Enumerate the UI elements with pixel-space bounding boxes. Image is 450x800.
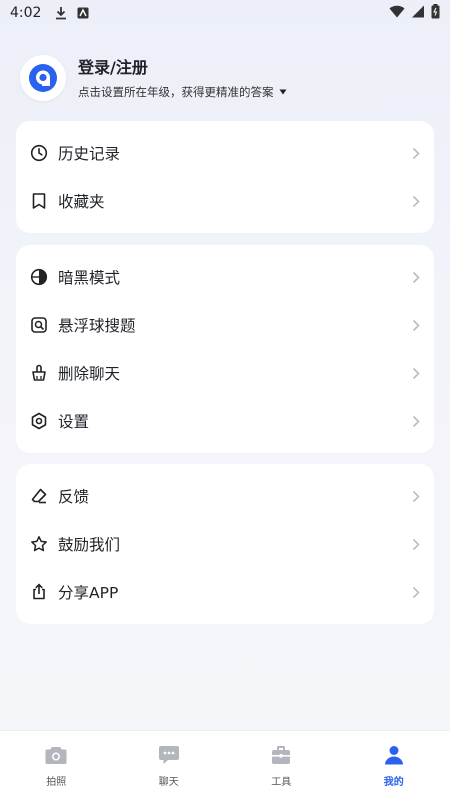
- wifi-icon: [389, 5, 405, 22]
- chevron-right-icon: [412, 367, 420, 380]
- menu-item-label: 删除聊天: [58, 365, 121, 383]
- grade-setting-prompt[interactable]: 点击设置所在年级，获得更精准的答案: [78, 84, 287, 100]
- chevron-right-icon: [412, 586, 420, 599]
- tab-mine[interactable]: 我的: [338, 731, 450, 800]
- app-logo-icon: [29, 64, 57, 92]
- caret-down-icon: [279, 89, 287, 95]
- grade-setting-text: 点击设置所在年级，获得更精准的答案: [78, 84, 274, 99]
- menu-item-settings[interactable]: 设置: [16, 397, 434, 445]
- menu-item-label: 设置: [58, 413, 90, 431]
- menu-item-label: 鼓励我们: [58, 536, 121, 554]
- app-notification-icon: [77, 7, 89, 19]
- login-register-title[interactable]: 登录/注册: [78, 57, 287, 79]
- toolbox-icon: [271, 745, 291, 769]
- chevron-right-icon: [412, 490, 420, 503]
- tab-label: 聊天: [158, 777, 179, 788]
- tab-label: 工具: [271, 777, 292, 788]
- status-time: 4:02: [10, 5, 42, 21]
- menu-item-floating-search[interactable]: 悬浮球搜题: [16, 301, 434, 349]
- avatar[interactable]: [20, 55, 66, 101]
- menu-item-encourage-us[interactable]: 鼓励我们: [16, 520, 434, 568]
- menu-item-favorites[interactable]: 收藏夹: [16, 177, 434, 225]
- menu-item-dark-mode[interactable]: 暗黑模式: [16, 253, 434, 301]
- share-icon: [30, 583, 48, 601]
- chevron-right-icon: [412, 271, 420, 284]
- battery-icon: [431, 3, 440, 23]
- menu-item-label: 暗黑模式: [58, 269, 121, 287]
- menu-item-label: 反馈: [58, 488, 90, 506]
- menu-card-settings: 暗黑模式 悬浮球搜题 删除聊天 设置: [16, 245, 434, 453]
- chevron-right-icon: [412, 538, 420, 551]
- chevron-right-icon: [412, 147, 420, 160]
- download-icon: [55, 6, 67, 20]
- tab-tools[interactable]: 工具: [225, 731, 338, 800]
- profile-header[interactable]: 登录/注册 点击设置所在年级，获得更精准的答案: [20, 54, 430, 102]
- dark-mode-icon: [30, 268, 48, 286]
- tab-label: 拍照: [46, 776, 67, 788]
- bottom-tab-bar: 拍照 聊天 工具 我的: [0, 730, 450, 800]
- menu-card-history: 历史记录 收藏夹: [16, 121, 434, 233]
- broom-icon: [30, 364, 48, 382]
- chat-icon: [158, 745, 180, 769]
- status-bar: 4:02: [0, 0, 450, 26]
- menu-item-delete-chat[interactable]: 删除聊天: [16, 349, 434, 397]
- menu-item-label: 收藏夹: [58, 193, 105, 211]
- chevron-right-icon: [412, 415, 420, 428]
- user-icon: [384, 745, 404, 769]
- gear-icon: [30, 412, 48, 430]
- menu-item-label: 历史记录: [58, 145, 121, 163]
- chevron-right-icon: [412, 195, 420, 208]
- camera-icon: [45, 746, 67, 769]
- chevron-right-icon: [412, 319, 420, 332]
- menu-card-feedback: 反馈 鼓励我们 分享APP: [16, 464, 434, 624]
- menu-item-label: 悬浮球搜题: [58, 317, 136, 335]
- menu-item-history[interactable]: 历史记录: [16, 129, 434, 177]
- menu-item-share-app[interactable]: 分享APP: [16, 568, 434, 616]
- menu-item-feedback[interactable]: 反馈: [16, 472, 434, 520]
- tab-camera[interactable]: 拍照: [0, 731, 113, 800]
- signal-icon: [411, 5, 425, 22]
- floating-search-icon: [30, 316, 48, 334]
- eraser-icon: [30, 487, 48, 505]
- star-icon: [30, 535, 48, 553]
- menu-item-label: 分享APP: [58, 584, 119, 602]
- tab-label: 我的: [383, 777, 404, 788]
- clock-icon: [30, 144, 48, 162]
- tab-chat[interactable]: 聊天: [113, 731, 226, 800]
- bookmark-icon: [30, 192, 48, 210]
